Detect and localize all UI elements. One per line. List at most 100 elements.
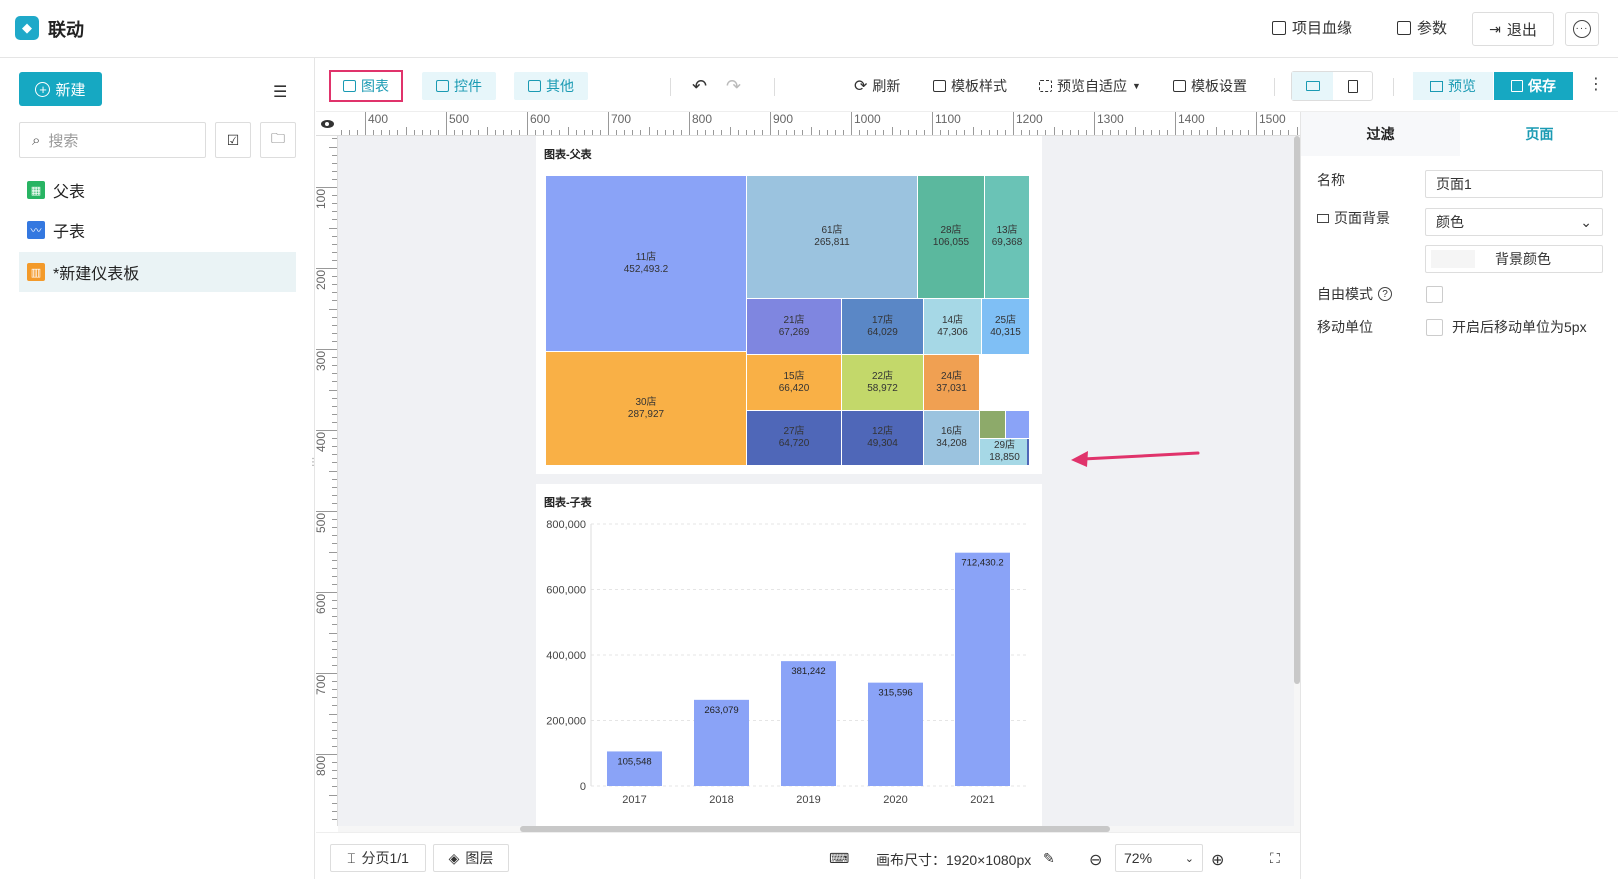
treemap-cell[interactable]: 25店 40,315: [982, 299, 1030, 355]
pagination-button[interactable]: ⌶ 分页1/1: [330, 844, 426, 872]
treemap-cell[interactable]: [1006, 411, 1030, 439]
search-input[interactable]: ⌕ 搜索: [19, 122, 206, 158]
save-icon: [1511, 80, 1523, 92]
treemap-chart-card[interactable]: 图表-父表 11店 452,493.2 30店 287,927 61店 265,811 28…: [536, 136, 1042, 474]
treemap-cell[interactable]: 27店 64,720: [747, 411, 842, 466]
ruler-label: 1100: [935, 112, 961, 126]
treemap-cell[interactable]: 24店 37,031: [924, 355, 980, 411]
move-unit-checkbox[interactable]: [1426, 319, 1443, 336]
free-mode-label: 自由模式?: [1317, 284, 1392, 304]
undo-icon[interactable]: ↶: [692, 72, 707, 100]
adapt-icon: [1039, 80, 1052, 92]
treemap-cell[interactable]: 12店 49,304: [842, 411, 924, 466]
edit-size-icon[interactable]: ✎: [1043, 850, 1055, 867]
pages-icon: ⌶: [347, 849, 356, 866]
fit-screen-icon[interactable]: ⛶: [1270, 850, 1280, 867]
zoom-out-icon[interactable]: ⊖: [1089, 850, 1102, 870]
preview-adapt-dropdown[interactable]: 预览自适应 ▼: [1039, 72, 1141, 100]
eye-icon[interactable]: [316, 112, 338, 136]
y-tick-label: 0: [580, 781, 586, 793]
zoom-in-icon[interactable]: ⊕: [1211, 850, 1224, 870]
bar-chart-card[interactable]: 图表-子表 800,000 600,000 400,000 200,000 0 105,5…: [536, 484, 1042, 826]
treemap-cell[interactable]: [980, 411, 1006, 439]
refresh-button[interactable]: ⟳ 刷新: [854, 72, 900, 100]
sidebar-item-parent-table[interactable]: ▦ 父表: [19, 170, 296, 210]
treemap-cell[interactable]: 13店 69,368: [985, 176, 1030, 299]
treemap-cell[interactable]: 11店 452,493.2: [546, 176, 747, 352]
toolbar-divider: [1274, 78, 1275, 96]
ruler-label: 500: [449, 112, 470, 126]
desktop-view-button[interactable]: [1292, 72, 1333, 100]
table-icon: ▦: [27, 181, 45, 199]
treemap-cell[interactable]: 22店 58,972: [842, 355, 924, 411]
template-settings-button[interactable]: 模板设置: [1173, 72, 1247, 100]
exit-button[interactable]: ⇥ 退出: [1472, 12, 1554, 46]
sidebar-item-child-table[interactable]: 〰子表: [19, 210, 296, 250]
ruler-label: 1300: [1097, 112, 1124, 126]
background-type-select[interactable]: 颜色 ⌄: [1425, 208, 1603, 236]
insert-control-button[interactable]: 控件: [422, 72, 496, 100]
y-tick-label: 400,000: [546, 650, 586, 662]
treemap-cell[interactable]: 17店 64,029: [842, 299, 924, 355]
chart-title: 图表-父表: [544, 149, 592, 161]
treemap-cell[interactable]: 14店 47,306: [924, 299, 982, 355]
insert-other-button[interactable]: 其他: [514, 72, 588, 100]
panel-resize-handle[interactable]: ⋮: [308, 458, 318, 468]
treemap-cell[interactable]: 61店 265,811: [747, 176, 918, 299]
treemap-cell[interactable]: [1027, 439, 1030, 466]
redo-icon[interactable]: ↷: [726, 72, 741, 100]
treemap-cell[interactable]: 21店 67,269: [747, 299, 842, 355]
bar: [955, 552, 1010, 786]
template-style-button[interactable]: 模板样式: [933, 72, 1007, 100]
collapse-sidebar-icon[interactable]: ☰: [273, 82, 287, 102]
toolbar-divider: [774, 78, 775, 96]
more-vertical-icon[interactable]: ⋮: [1588, 74, 1604, 94]
mobile-view-button[interactable]: [1333, 72, 1373, 100]
free-mode-checkbox[interactable]: [1426, 286, 1443, 303]
dashboard-icon: ▥: [27, 263, 45, 281]
toolbar-divider: [670, 78, 671, 96]
treemap-cell[interactable]: 15店 66,420: [747, 355, 842, 411]
chevron-down-icon: ⌄: [1184, 852, 1194, 865]
tab-page[interactable]: 页面: [1460, 112, 1618, 156]
help-icon[interactable]: ?: [1378, 287, 1392, 301]
save-button[interactable]: 保存: [1494, 72, 1573, 100]
layers-button[interactable]: ◈ 图层: [433, 844, 509, 872]
bar-value-label: 381,242: [791, 666, 825, 677]
page-name-input[interactable]: 页面1: [1425, 170, 1603, 198]
preview-icon: [1430, 80, 1443, 92]
lineage-button[interactable]: 项目血缘: [1272, 17, 1352, 38]
sidebar-item-label: *新建仪表板: [53, 266, 140, 283]
sidebar-item-new-dashboard[interactable]: ▥ *新建仪表板: [19, 252, 296, 292]
treemap-cell[interactable]: 29店 18,850: [980, 439, 1030, 466]
keyboard-icon[interactable]: ⌨: [829, 850, 849, 867]
treemap-cell[interactable]: 16店 34,208: [924, 411, 980, 466]
treemap-cell[interactable]: 28店 106,055: [918, 176, 985, 299]
insert-chart-button[interactable]: 图表: [329, 70, 403, 102]
treemap-cell[interactable]: 30店 287,927: [546, 352, 747, 466]
more-button[interactable]: ···: [1565, 12, 1599, 46]
x-tick-label: 2017: [622, 794, 646, 806]
save-label: 保存: [1528, 78, 1556, 94]
dashboard-canvas[interactable]: 图表-父表 11店 452,493.2 30店 287,927 61店 265,811 28…: [338, 136, 1294, 826]
bar-chart-plot: 800,000 600,000 400,000 200,000 0 105,548 2017…: [546, 519, 1026, 806]
preview-button[interactable]: 预览: [1413, 72, 1493, 100]
params-button[interactable]: 参数: [1397, 17, 1447, 38]
desktop-icon: [1305, 81, 1320, 91]
preview-adapt-label: 预览自适应: [1057, 78, 1127, 94]
new-button[interactable]: + 新建: [19, 72, 102, 106]
new-folder-button[interactable]: 🗀: [260, 122, 296, 158]
ruler-label: 200: [316, 270, 328, 291]
ruler-label: 800: [692, 112, 713, 126]
batch-select-button[interactable]: ☑: [215, 122, 251, 158]
zoom-select[interactable]: 72% ⌄: [1115, 844, 1203, 872]
search-placeholder: 搜索: [48, 132, 79, 150]
monitor-icon: [1317, 213, 1329, 223]
app-logo-icon: ◆: [15, 16, 39, 40]
background-color-picker[interactable]: 背景颜色: [1425, 245, 1603, 273]
tab-filter[interactable]: 过滤: [1301, 112, 1460, 156]
ruler-label: 600: [316, 594, 328, 615]
search-icon: ⌕: [32, 131, 41, 149]
template-settings-label: 模板设置: [1191, 78, 1247, 94]
editor-toolbar: 图表 控件 其他 ↶ ↷ ⟳ 刷新 模板样式 预览自适应 ▼ 模板设置 预览 保存 …: [316, 58, 1618, 112]
